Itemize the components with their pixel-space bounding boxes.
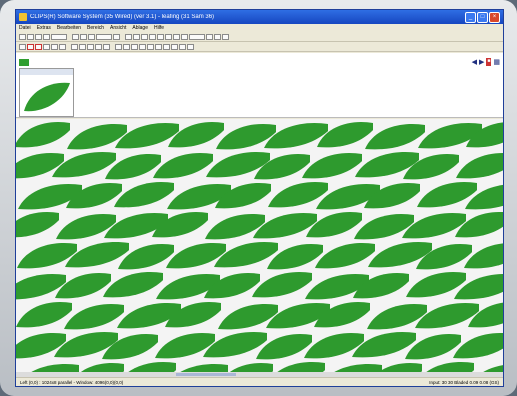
leaf-shape xyxy=(406,271,466,298)
maximize-button[interactable]: □ xyxy=(477,11,488,23)
page-thumbnail[interactable] xyxy=(19,68,74,117)
toolbar-button[interactable] xyxy=(133,33,140,40)
toolbar-button[interactable] xyxy=(96,33,112,40)
zoom-select[interactable] xyxy=(189,33,205,40)
toolbar-bottom xyxy=(16,42,503,52)
menu-hilfe[interactable]: Hilfe xyxy=(154,25,164,31)
toolbar-button[interactable] xyxy=(187,43,194,50)
leaf-shape xyxy=(103,271,163,298)
leaf-shape xyxy=(16,301,72,328)
menu-extras[interactable]: Extras xyxy=(37,25,51,31)
menu-ansicht[interactable]: Ansicht xyxy=(110,25,126,31)
menu-datei[interactable]: Datei xyxy=(19,25,31,31)
leaf-shape xyxy=(64,303,124,330)
leaf-shape xyxy=(268,181,328,208)
thumbnail-panel xyxy=(16,53,503,118)
toolbar-button[interactable] xyxy=(80,33,87,40)
toolbar-button[interactable] xyxy=(157,33,164,40)
nav-controls: ◀ ▶ ■ ▦ xyxy=(470,58,500,66)
toolbar-button[interactable] xyxy=(27,43,34,50)
menu-ablage[interactable]: Ablage xyxy=(132,25,148,31)
image-canvas[interactable] xyxy=(16,119,503,377)
leaf-shape xyxy=(417,181,477,208)
toolbar-button[interactable] xyxy=(88,33,95,40)
toolbar-button[interactable] xyxy=(35,43,42,50)
next-page-icon[interactable]: ▶ xyxy=(479,58,484,66)
toolbar-top xyxy=(16,32,503,42)
toolbar-button[interactable] xyxy=(27,33,34,40)
thumbnail-tab[interactable] xyxy=(19,59,29,66)
toolbar-button[interactable] xyxy=(214,33,221,40)
toolbar-button[interactable] xyxy=(19,43,26,50)
scrollbar-thumb[interactable] xyxy=(176,373,236,376)
toolbar-button[interactable] xyxy=(59,43,66,50)
leaf-shape xyxy=(252,271,312,298)
toolbar-button[interactable] xyxy=(149,33,156,40)
toolbar-button[interactable] xyxy=(51,43,58,50)
prev-page-icon[interactable]: ◀ xyxy=(472,58,477,66)
toolbar-button[interactable] xyxy=(43,43,50,50)
status-bar: Left (0,0) : 1024x8 parallel - Window: 4… xyxy=(16,377,503,386)
flag-icon[interactable]: ■ xyxy=(486,58,492,66)
leaf-tiling xyxy=(16,121,503,377)
toolbar-button[interactable] xyxy=(173,33,180,40)
app-icon xyxy=(19,13,27,21)
palette-icon[interactable]: ▦ xyxy=(493,58,500,66)
toolbar-button[interactable] xyxy=(131,43,138,50)
toolbar-button[interactable] xyxy=(115,43,122,50)
leaf-shape xyxy=(315,242,375,269)
toolbar-button[interactable] xyxy=(95,43,102,50)
status-left: Left (0,0) : 1024x8 parallel - Window: 4… xyxy=(20,379,124,385)
menu-bar: Datei Extras Bearbeiten Bereich Ansicht … xyxy=(16,24,503,32)
toolbar-button[interactable] xyxy=(125,33,132,40)
toolbar-button[interactable] xyxy=(147,43,154,50)
toolbar-button[interactable] xyxy=(19,33,26,40)
leaf-shape xyxy=(114,181,174,208)
menu-bereich[interactable]: Bereich xyxy=(87,25,104,31)
toolbar-button[interactable] xyxy=(43,33,50,40)
title-bar[interactable]: CLIPS(R) Software System (35 Wired) (ver… xyxy=(16,10,503,24)
toolbar-button[interactable] xyxy=(163,43,170,50)
toolbar-button[interactable] xyxy=(171,43,178,50)
leaf-shape xyxy=(302,152,362,179)
toolbar-button[interactable] xyxy=(123,43,130,50)
toolbar-button[interactable] xyxy=(113,33,120,40)
leaf-shape xyxy=(16,212,59,238)
toolbar-button[interactable] xyxy=(206,33,213,40)
status-right: Input: 30 30 Bladed 0.09 0.08 (GS) xyxy=(429,379,499,385)
leaf-shape xyxy=(365,123,425,150)
toolbar-button[interactable] xyxy=(179,43,186,50)
close-button[interactable]: × xyxy=(489,11,500,23)
leaf-shape xyxy=(153,152,213,179)
toolbar-button[interactable] xyxy=(141,33,148,40)
toolbar-button[interactable] xyxy=(72,33,79,40)
toolbar-button[interactable] xyxy=(165,33,172,40)
application-window: CLIPS(R) Software System (35 Wired) (ver… xyxy=(15,9,504,387)
toolbar-button[interactable] xyxy=(103,43,110,50)
toolbar-button[interactable] xyxy=(181,33,188,40)
toolbar-button[interactable] xyxy=(79,43,86,50)
toolbar-button[interactable] xyxy=(51,33,67,40)
leaf-shape xyxy=(456,153,503,179)
minimize-button[interactable]: _ xyxy=(465,11,476,23)
toolbar-button[interactable] xyxy=(222,33,229,40)
menu-bearbeiten[interactable]: Bearbeiten xyxy=(57,25,81,31)
toolbar-button[interactable] xyxy=(71,43,78,50)
toolbar-button[interactable] xyxy=(139,43,146,50)
window-title: CLIPS(R) Software System (35 Wired) (ver… xyxy=(30,14,215,20)
thumbnail-leaf-image xyxy=(24,82,70,112)
leaf-shape xyxy=(16,122,70,148)
toolbar-button[interactable] xyxy=(87,43,94,50)
toolbar-button[interactable] xyxy=(35,33,42,40)
toolbar-button[interactable] xyxy=(155,43,162,50)
